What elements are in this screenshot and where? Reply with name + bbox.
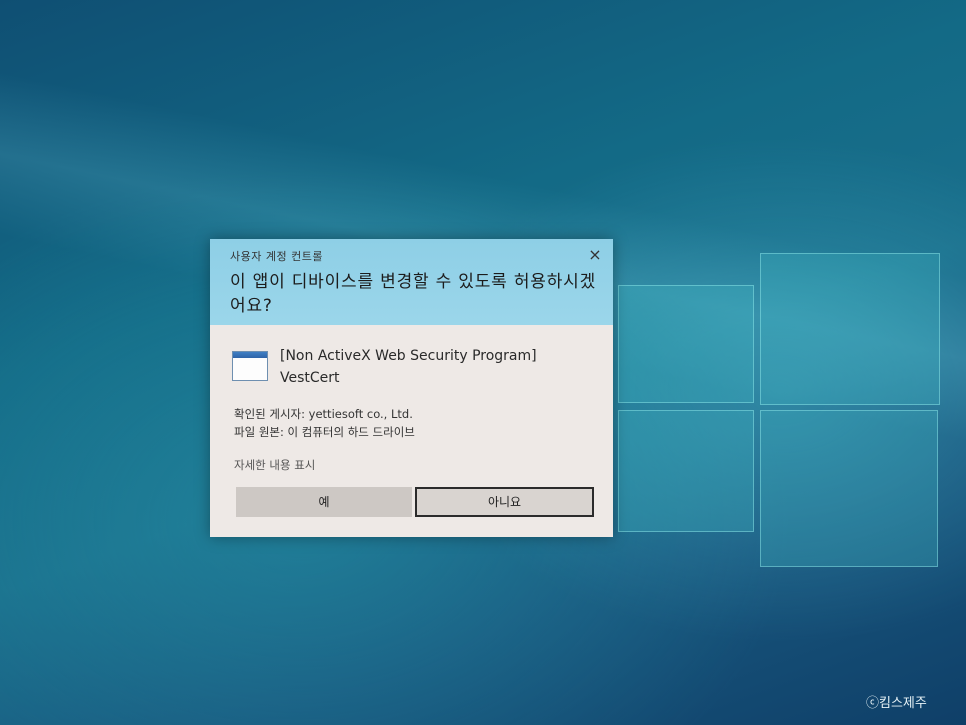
logo-pane-bottom-right [760,410,938,567]
dialog-header: 사용자 계정 컨트롤 × 이 앱이 디바이스를 변경할 수 있도록 허용하시겠어… [210,239,613,325]
yes-button[interactable]: 예 [236,487,412,517]
logo-pane-top-left [618,285,754,403]
publisher-line: 확인된 게시자: yettiesoft co., Ltd. [234,407,413,421]
origin-line: 파일 원본: 이 컴퓨터의 하드 드라이브 [234,425,415,439]
no-button[interactable]: 아니요 [415,487,594,517]
show-details-link[interactable]: 자세한 내용 표시 [234,457,315,473]
photo-watermark: ⓒ킴스제주 [866,696,927,711]
logo-pane-top-right [760,253,940,405]
dialog-title: 사용자 계정 컨트롤 [230,250,323,263]
close-icon[interactable]: × [584,244,606,266]
uac-dialog: 사용자 계정 컨트롤 × 이 앱이 디바이스를 변경할 수 있도록 허용하시겠어… [210,239,613,537]
logo-pane-bottom-left [618,410,754,532]
permission-question: 이 앱이 디바이스를 변경할 수 있도록 허용하시겠어요? [230,272,597,316]
window-icon [232,351,268,381]
program-name: [Non ActiveX Web Security Program] VestC… [280,348,537,386]
program-info: 확인된 게시자: yettiesoft co., Ltd. 파일 원본: 이 컴… [234,405,415,441]
